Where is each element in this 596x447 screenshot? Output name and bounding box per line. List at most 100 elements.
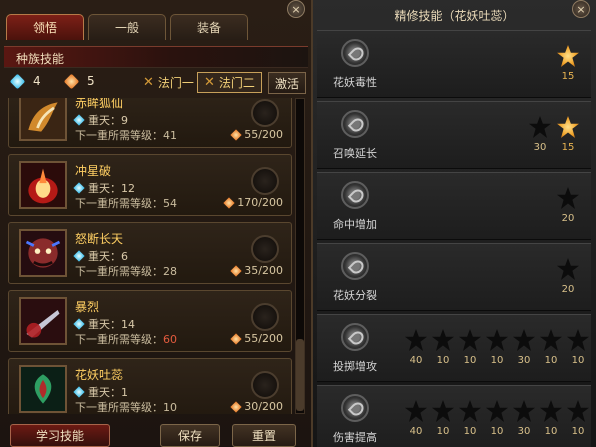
blade-icon (19, 297, 67, 345)
star-icon (540, 400, 562, 422)
star-node[interactable]: 10 (457, 400, 483, 440)
star-icon (567, 400, 589, 422)
star-node[interactable]: 40 (403, 329, 429, 369)
star-node[interactable]: 15 (555, 45, 581, 85)
star-node-value: 10 (544, 426, 558, 437)
learn-slot[interactable] (251, 371, 279, 399)
skill-tier: 重天：1 (73, 384, 128, 400)
star-node-value: 10 (490, 355, 504, 366)
reset-button[interactable]: 重置 (232, 424, 296, 447)
skill-tier-text: 重天：12 (88, 182, 135, 195)
blue-resource: 4 (9, 73, 41, 89)
cost-value: 170/200 (237, 196, 283, 209)
star-node-value: 40 (409, 426, 423, 437)
cost-gem-icon (230, 128, 242, 141)
star-icon (405, 329, 427, 351)
refine-skill-name: 投掷增攻 (333, 360, 377, 373)
star-node[interactable]: 10 (565, 329, 591, 369)
scrollbar-thumb[interactable] (296, 339, 304, 411)
refine-skill-name: 伤害提高 (333, 431, 377, 444)
star-icon (513, 329, 535, 351)
star-node[interactable]: 15 (555, 116, 581, 156)
star-node[interactable]: 10 (484, 400, 510, 440)
star-node[interactable]: 10 (565, 400, 591, 440)
star-node[interactable]: 30 (511, 329, 537, 369)
skill-cost: 55/200 (230, 128, 283, 141)
star-icon (557, 258, 579, 280)
refine-skill-icon (341, 252, 369, 280)
refine-skill-icon (341, 394, 369, 422)
req-value: 41 (163, 129, 177, 142)
star-node[interactable]: 30 (511, 400, 537, 440)
learn-slot[interactable] (251, 303, 279, 331)
star-node[interactable]: 10 (457, 329, 483, 369)
skill-list-scrollbar[interactable] (295, 98, 305, 414)
star-node[interactable]: 20 (555, 258, 581, 298)
star-node-value: 30 (517, 355, 531, 366)
learn-slot[interactable] (251, 235, 279, 263)
cost-value: 55/200 (244, 332, 283, 345)
close-button[interactable]: × (287, 0, 305, 18)
cost-value: 55/200 (244, 128, 283, 141)
refine-row[interactable]: 伤害提高 40 10 10 10 30 10 10 (317, 385, 591, 447)
refine-row[interactable]: 召唤延长 30 15 (317, 101, 591, 169)
star-node[interactable]: 10 (430, 400, 456, 440)
refine-row[interactable]: 花妖毒性 15 (317, 30, 591, 98)
star-node[interactable]: 10 (538, 329, 564, 369)
skill-list: 赤眸狐仙 重天：9 下一重所需等级：41 55/200 冲星破 重天：12 下一… (8, 98, 292, 414)
refine-row[interactable]: 投掷增攻 40 10 10 10 30 10 10 (317, 314, 591, 382)
skill-tier: 重天：9 (73, 112, 128, 128)
refine-skill-icon (341, 39, 369, 67)
star-node[interactable]: 20 (555, 187, 581, 227)
skill-card[interactable]: 怒断长天 重天：6 下一重所需等级：28 35/200 (8, 222, 292, 284)
orange-gem-icon (63, 73, 80, 89)
skill-card[interactable]: 暴烈 重天：14 下一重所需等级：60 55/200 (8, 290, 292, 352)
star-node[interactable]: 10 (430, 329, 456, 369)
orange-resource-count: 5 (87, 74, 95, 88)
learn-slot[interactable] (251, 99, 279, 127)
star-node-value: 20 (561, 284, 575, 295)
star-icon (459, 329, 481, 351)
star-node[interactable]: 10 (538, 400, 564, 440)
learn-skill-button[interactable]: 学习技能 (10, 424, 110, 447)
skill-cost: 30/200 (230, 400, 283, 413)
skill-requirement: 下一重所需等级：54 (75, 195, 177, 211)
skill-requirement: 下一重所需等级：41 (75, 127, 177, 143)
star-node-value: 10 (436, 426, 450, 437)
refine-close-button[interactable]: × (572, 0, 590, 18)
star-icon (529, 116, 551, 138)
star-icon (459, 400, 481, 422)
law-two-button[interactable]: ✕ 法门二 (197, 72, 262, 93)
skill-card[interactable]: 花妖吐蕊 重天：1 下一重所需等级：10 30/200 (8, 358, 292, 414)
law-two-label: 法门二 (218, 76, 255, 90)
star-node[interactable]: 10 (484, 329, 510, 369)
tab-comprehend[interactable]: 领悟 (6, 14, 84, 40)
skill-name: 冲星破 (75, 164, 112, 178)
law-one-label: 法门一 (157, 76, 194, 90)
fox-skill-icon (19, 98, 67, 141)
save-button[interactable]: 保存 (160, 424, 220, 447)
cost-value: 30/200 (244, 400, 283, 413)
skill-card[interactable]: 赤眸狐仙 重天：9 下一重所需等级：41 55/200 (8, 98, 292, 148)
race-skill-label: 种族技能 (16, 52, 65, 66)
law-one-button[interactable]: ✕ 法门一 (136, 72, 201, 93)
star-icon (486, 329, 508, 351)
refine-skill-name: 命中增加 (333, 218, 377, 231)
star-node[interactable]: 30 (527, 116, 553, 156)
star-node-value: 15 (561, 142, 575, 153)
refine-skill-icon (341, 181, 369, 209)
crossed-swords-icon: ✕ (143, 75, 154, 90)
skill-tier: 重天：6 (73, 248, 128, 264)
refine-row[interactable]: 花妖分裂 20 (317, 243, 591, 311)
star-node[interactable]: 40 (403, 400, 429, 440)
tab-equipment[interactable]: 装备 (170, 14, 248, 40)
learn-slot[interactable] (251, 167, 279, 195)
race-skill-header: 种族技能 (4, 46, 308, 68)
refine-row[interactable]: 命中增加 20 (317, 172, 591, 240)
star-icon (405, 400, 427, 422)
skill-card[interactable]: 冲星破 重天：12 下一重所需等级：54 170/200 (8, 154, 292, 216)
star-icon (432, 329, 454, 351)
activate-button[interactable]: 激活 (268, 72, 306, 94)
tab-general[interactable]: 一般 (88, 14, 166, 40)
orange-resource: 5 (63, 73, 95, 89)
